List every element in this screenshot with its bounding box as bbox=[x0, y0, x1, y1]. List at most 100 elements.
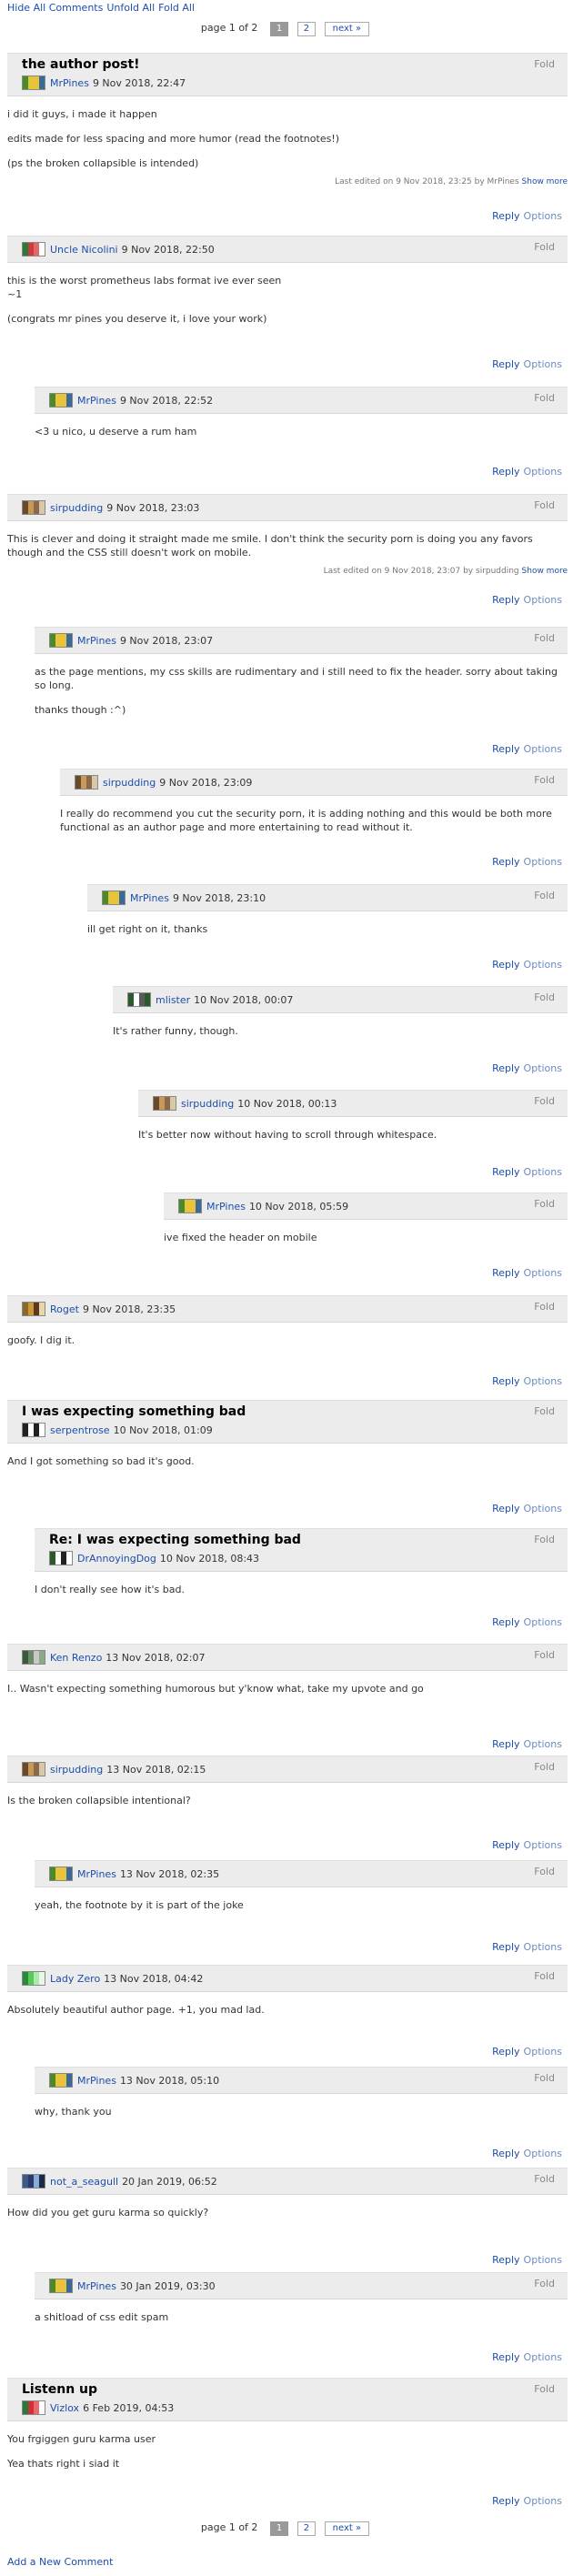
avatar[interactable] bbox=[22, 1650, 45, 1665]
comment-username[interactable]: MrPines bbox=[130, 892, 169, 904]
fold-link[interactable]: Fold bbox=[534, 2383, 555, 2395]
reply-link[interactable]: Reply bbox=[492, 743, 519, 755]
options-link[interactable]: Options bbox=[524, 2148, 562, 2159]
comment-username[interactable]: mlister bbox=[156, 994, 190, 1006]
comment-username[interactable]: not_a_seagull bbox=[50, 2176, 118, 2188]
avatar[interactable] bbox=[49, 633, 73, 648]
reply-link[interactable]: Reply bbox=[492, 594, 519, 606]
options-link[interactable]: Options bbox=[524, 210, 562, 222]
comment-username[interactable]: serpentrose bbox=[50, 1424, 110, 1436]
fold-link[interactable]: Fold bbox=[534, 774, 555, 786]
comment-username[interactable]: Uncle Nicolini bbox=[50, 244, 118, 256]
comment-username[interactable]: MrPines bbox=[77, 395, 116, 407]
comment-username[interactable]: MrPines bbox=[77, 635, 116, 647]
reply-link[interactable]: Reply bbox=[492, 2254, 519, 2266]
pager-page-1[interactable]: 1 bbox=[269, 22, 289, 36]
reply-link[interactable]: Reply bbox=[492, 2495, 519, 2507]
comment-username[interactable]: sirpudding bbox=[103, 777, 156, 789]
fold-link[interactable]: Fold bbox=[534, 499, 555, 511]
avatar[interactable] bbox=[178, 1199, 202, 1213]
fold-link[interactable]: Fold bbox=[534, 1198, 555, 1210]
unfold-all-link[interactable]: Unfold All bbox=[106, 2, 155, 14]
pager-page-2[interactable]: 2 bbox=[297, 22, 317, 36]
reply-link[interactable]: Reply bbox=[492, 1941, 519, 1953]
options-link[interactable]: Options bbox=[524, 2046, 562, 2058]
comment-username[interactable]: Lady Zero bbox=[50, 1973, 100, 1985]
pager-next[interactable]: next » bbox=[324, 22, 370, 36]
options-link[interactable]: Options bbox=[524, 1839, 562, 1851]
fold-link[interactable]: Fold bbox=[534, 1761, 555, 1773]
reply-link[interactable]: Reply bbox=[492, 466, 519, 478]
options-link[interactable]: Options bbox=[524, 594, 562, 606]
comment-username[interactable]: DrAnnoyingDog bbox=[77, 1553, 156, 1565]
reply-link[interactable]: Reply bbox=[492, 1375, 519, 1387]
fold-link[interactable]: Fold bbox=[534, 1534, 555, 1545]
fold-link[interactable]: Fold bbox=[534, 2173, 555, 2185]
avatar[interactable] bbox=[22, 2174, 45, 2189]
options-link[interactable]: Options bbox=[524, 1616, 562, 1628]
hide-all-comments-link[interactable]: Hide All Comments bbox=[7, 2, 103, 14]
reply-link[interactable]: Reply bbox=[492, 1738, 519, 1750]
avatar[interactable] bbox=[127, 992, 151, 1007]
pager-next[interactable]: next » bbox=[324, 2521, 370, 2536]
options-link[interactable]: Options bbox=[524, 1062, 562, 1074]
comment-username[interactable]: MrPines bbox=[50, 77, 89, 89]
reply-link[interactable]: Reply bbox=[492, 856, 519, 868]
comment-username[interactable]: Ken Renzo bbox=[50, 1652, 102, 1664]
fold-link[interactable]: Fold bbox=[534, 2278, 555, 2289]
fold-link[interactable]: Fold bbox=[534, 1970, 555, 1982]
fold-link[interactable]: Fold bbox=[534, 1405, 555, 1417]
comment-username[interactable]: sirpudding bbox=[50, 1764, 103, 1776]
fold-link[interactable]: Fold bbox=[534, 1649, 555, 1661]
avatar[interactable] bbox=[49, 2279, 73, 2293]
fold-link[interactable]: Fold bbox=[534, 1866, 555, 1877]
reply-link[interactable]: Reply bbox=[492, 2351, 519, 2363]
fold-link[interactable]: Fold bbox=[534, 58, 555, 70]
avatar[interactable] bbox=[49, 1551, 73, 1565]
comment-username[interactable]: MrPines bbox=[77, 1868, 116, 1880]
fold-link[interactable]: Fold bbox=[534, 1095, 555, 1107]
avatar[interactable] bbox=[22, 1302, 45, 1316]
comment-username[interactable]: sirpudding bbox=[50, 502, 103, 514]
options-link[interactable]: Options bbox=[524, 2351, 562, 2363]
reply-link[interactable]: Reply bbox=[492, 1166, 519, 1178]
options-link[interactable]: Options bbox=[524, 1267, 562, 1279]
comment-username[interactable]: MrPines bbox=[77, 2280, 116, 2292]
fold-link[interactable]: Fold bbox=[534, 991, 555, 1003]
avatar[interactable] bbox=[49, 2073, 73, 2088]
reply-link[interactable]: Reply bbox=[492, 1062, 519, 1074]
comment-username[interactable]: sirpudding bbox=[181, 1098, 234, 1110]
options-link[interactable]: Options bbox=[524, 466, 562, 478]
avatar[interactable] bbox=[22, 1971, 45, 1986]
fold-link[interactable]: Fold bbox=[534, 632, 555, 644]
avatar[interactable] bbox=[22, 500, 45, 515]
pager-page-1[interactable]: 1 bbox=[269, 2521, 289, 2536]
options-link[interactable]: Options bbox=[524, 1375, 562, 1387]
reply-link[interactable]: Reply bbox=[492, 2148, 519, 2159]
avatar[interactable] bbox=[102, 891, 126, 905]
avatar[interactable] bbox=[153, 1096, 176, 1111]
options-link[interactable]: Options bbox=[524, 1941, 562, 1953]
fold-link[interactable]: Fold bbox=[534, 1301, 555, 1313]
comment-username[interactable]: MrPines bbox=[206, 1201, 246, 1213]
add-new-comment-link[interactable]: Add a New Comment bbox=[7, 2556, 113, 2568]
fold-all-link[interactable]: Fold All bbox=[158, 2, 195, 14]
avatar[interactable] bbox=[22, 242, 45, 257]
avatar[interactable] bbox=[22, 75, 45, 90]
reply-link[interactable]: Reply bbox=[492, 210, 519, 222]
reply-link[interactable]: Reply bbox=[492, 1839, 519, 1851]
options-link[interactable]: Options bbox=[524, 2495, 562, 2507]
comment-username[interactable]: Roget bbox=[50, 1303, 79, 1315]
options-link[interactable]: Options bbox=[524, 358, 562, 370]
reply-link[interactable]: Reply bbox=[492, 358, 519, 370]
options-link[interactable]: Options bbox=[524, 1738, 562, 1750]
fold-link[interactable]: Fold bbox=[534, 392, 555, 404]
options-link[interactable]: Options bbox=[524, 2254, 562, 2266]
options-link[interactable]: Options bbox=[524, 1166, 562, 1178]
reply-link[interactable]: Reply bbox=[492, 1503, 519, 1514]
reply-link[interactable]: Reply bbox=[492, 1267, 519, 1279]
avatar[interactable] bbox=[75, 775, 98, 790]
avatar[interactable] bbox=[49, 393, 73, 408]
options-link[interactable]: Options bbox=[524, 959, 562, 971]
show-more-link[interactable]: Show more bbox=[522, 567, 568, 576]
